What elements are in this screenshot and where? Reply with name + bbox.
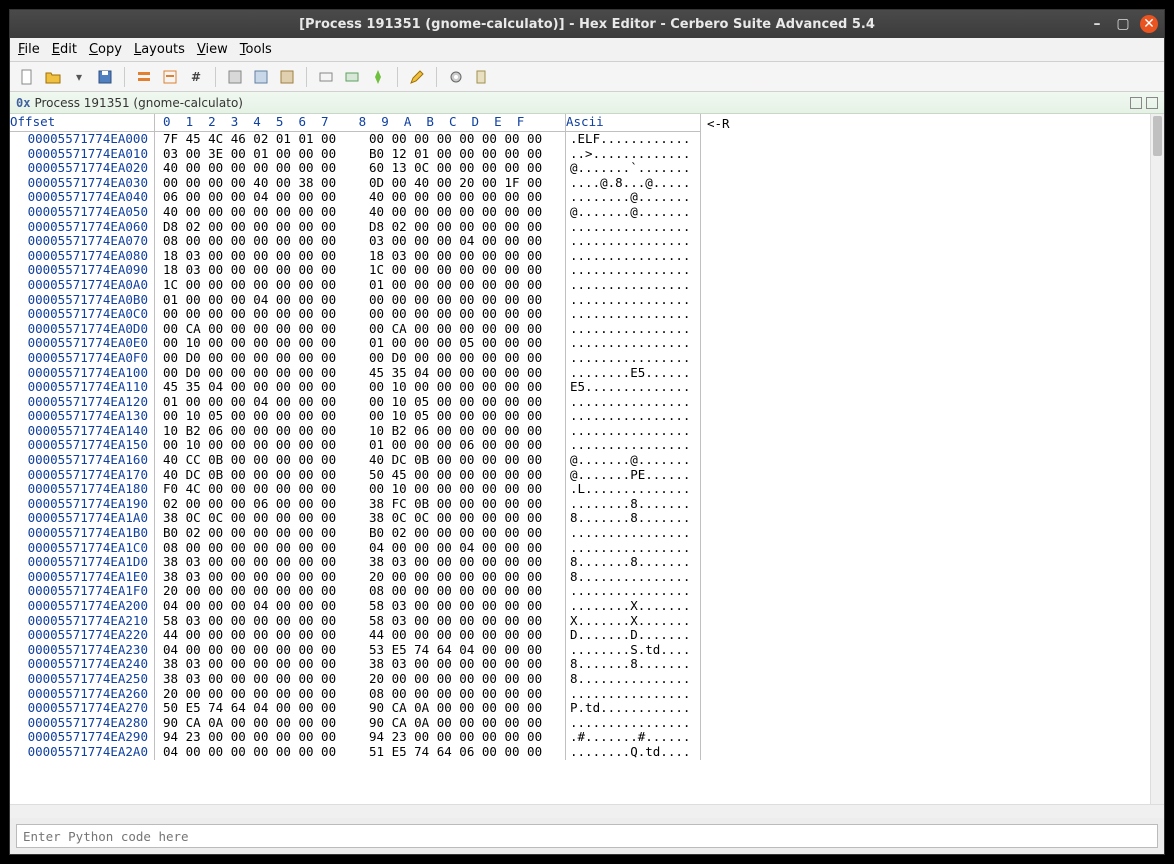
hex-row[interactable]: 00005571774EA0A01C 00 00 00 00 00 00 000… <box>10 278 701 293</box>
hex-row[interactable]: 00005571774EA02040 00 00 00 00 00 00 006… <box>10 161 701 176</box>
hex-row[interactable]: 00005571774EA16040 CC 0B 00 00 00 00 004… <box>10 453 701 468</box>
tool-green-icon[interactable] <box>367 66 389 88</box>
close-button[interactable]: ✕ <box>1140 15 1158 33</box>
hex-row[interactable]: 00005571774EA0B001 00 00 00 04 00 00 000… <box>10 293 701 308</box>
menubar: File Edit Copy Layouts View Tools <box>10 38 1164 62</box>
hex-row[interactable]: 00005571774EA060D8 02 00 00 00 00 00 00D… <box>10 220 701 235</box>
application-window: [Process 191351 (gnome-calculato)] - Hex… <box>9 9 1165 855</box>
hex-row[interactable]: 00005571774EA20004 00 00 00 04 00 00 005… <box>10 599 701 614</box>
minimize-button[interactable]: – <box>1088 15 1106 33</box>
menu-edit[interactable]: Edit <box>52 42 77 57</box>
hex-row[interactable]: 00005571774EA21058 03 00 00 00 00 00 005… <box>10 614 701 629</box>
hex-row[interactable]: 00005571774EA29094 23 00 00 00 00 00 009… <box>10 730 701 745</box>
hex-row[interactable]: 00005571774EA05040 00 00 00 00 00 00 004… <box>10 205 701 220</box>
hex-row[interactable]: 00005571774EA0007F 45 4C 46 02 01 01 000… <box>10 132 701 147</box>
toolbar: ▾ # <box>10 62 1164 92</box>
side-panel-text: <-R <box>707 116 730 131</box>
hex-row[interactable]: 00005571774EA1D038 03 00 00 00 00 00 003… <box>10 555 701 570</box>
hex-row[interactable]: 00005571774EA19002 00 00 00 06 00 00 003… <box>10 497 701 512</box>
hex-row[interactable]: 00005571774EA2A004 00 00 00 00 00 00 005… <box>10 745 701 760</box>
dropdown-icon[interactable]: ▾ <box>68 66 90 88</box>
bytes-header: 0 1 2 3 4 5 6 7 8 9 A B C D E F <box>155 114 565 132</box>
tool-orange1-icon[interactable] <box>133 66 155 88</box>
save-icon[interactable] <box>94 66 116 88</box>
docbar-button-2[interactable] <box>1146 97 1158 109</box>
tool-box3-icon[interactable] <box>276 66 298 88</box>
hex-row[interactable]: 00005571774EA13000 10 05 00 00 00 00 000… <box>10 409 701 424</box>
maximize-button[interactable]: ▢ <box>1114 15 1132 33</box>
hex-row[interactable]: 00005571774EA25038 03 00 00 00 00 00 002… <box>10 672 701 687</box>
hex-row[interactable]: 00005571774EA1C008 00 00 00 00 00 00 000… <box>10 541 701 556</box>
window-controls: – ▢ ✕ <box>1088 15 1158 33</box>
hex-row[interactable]: 00005571774EA0E000 10 00 00 00 00 00 000… <box>10 336 701 351</box>
ascii-header: Ascii <box>565 114 701 132</box>
hex-row[interactable]: 00005571774EA1A038 0C 0C 00 00 00 00 003… <box>10 511 701 526</box>
hex-row[interactable]: 00005571774EA14010 B2 06 00 00 00 00 001… <box>10 424 701 439</box>
hex-row[interactable]: 00005571774EA1F020 00 00 00 00 00 00 000… <box>10 584 701 599</box>
new-file-icon[interactable] <box>16 66 38 88</box>
hex-row[interactable]: 00005571774EA23004 00 00 00 00 00 00 005… <box>10 643 701 658</box>
hex-row[interactable]: 00005571774EA09018 03 00 00 00 00 00 001… <box>10 263 701 278</box>
menu-copy[interactable]: Copy <box>89 42 122 57</box>
hex-row[interactable]: 00005571774EA12001 00 00 00 04 00 00 000… <box>10 395 701 410</box>
hex-row[interactable]: 00005571774EA15000 10 00 00 00 00 00 000… <box>10 438 701 453</box>
menu-layouts[interactable]: Layouts <box>134 42 185 57</box>
hex-row[interactable]: 00005571774EA17040 DC 0B 00 00 00 00 005… <box>10 468 701 483</box>
hex-row[interactable]: 00005571774EA10000 D0 00 00 00 00 00 004… <box>10 366 701 381</box>
tool-box2-icon[interactable] <box>250 66 272 88</box>
hex-row[interactable]: 00005571774EA08018 03 00 00 00 00 00 001… <box>10 249 701 264</box>
gear-icon[interactable] <box>445 66 467 88</box>
hex-row[interactable]: 00005571774EA1B0B0 02 00 00 00 00 00 00B… <box>10 526 701 541</box>
bottom-panel <box>10 818 1164 854</box>
menu-view[interactable]: View <box>197 42 228 57</box>
vertical-scrollbar[interactable] <box>1150 114 1164 804</box>
hex-row[interactable]: 00005571774EA22044 00 00 00 00 00 00 004… <box>10 628 701 643</box>
side-panel: <-R <box>701 114 1164 804</box>
hex-row[interactable]: 00005571774EA0F000 D0 00 00 00 00 00 000… <box>10 351 701 366</box>
tool-rect2-icon[interactable] <box>341 66 363 88</box>
window-title: [Process 191351 (gnome-calculato)] - Hex… <box>299 17 875 32</box>
tool-extra-icon[interactable] <box>471 66 493 88</box>
hex-row[interactable]: 00005571774EA26020 00 00 00 00 00 00 000… <box>10 687 701 702</box>
tool-box1-icon[interactable] <box>224 66 246 88</box>
hex-row[interactable]: 00005571774EA180F0 4C 00 00 00 00 00 000… <box>10 482 701 497</box>
menu-file[interactable]: File <box>18 42 40 57</box>
hex-row[interactable]: 00005571774EA1E038 03 00 00 00 00 00 002… <box>10 570 701 585</box>
offset-header: Offset <box>10 114 155 132</box>
document-title: Process 191351 (gnome-calculato) <box>34 96 243 110</box>
pencil-icon[interactable] <box>406 66 428 88</box>
hex-row[interactable]: 00005571774EA28090 CA 0A 00 00 00 00 009… <box>10 716 701 731</box>
hex-rows[interactable]: 00005571774EA0007F 45 4C 46 02 01 01 000… <box>10 132 701 760</box>
hex-row[interactable]: 00005571774EA11045 35 04 00 00 00 00 000… <box>10 380 701 395</box>
hex-row[interactable]: 00005571774EA0C000 00 00 00 00 00 00 000… <box>10 307 701 322</box>
hex-row[interactable]: 00005571774EA24038 03 00 00 00 00 00 003… <box>10 657 701 672</box>
hex-row[interactable]: 00005571774EA03000 00 00 00 40 00 38 000… <box>10 176 701 191</box>
tool-rect1-icon[interactable] <box>315 66 337 88</box>
hash-icon[interactable]: # <box>185 66 207 88</box>
tool-orange2-icon[interactable] <box>159 66 181 88</box>
open-folder-icon[interactable] <box>42 66 64 88</box>
content-area: Offset 0 1 2 3 4 5 6 7 8 9 A B C D E F A… <box>10 114 1164 804</box>
docbar-button-1[interactable] <box>1130 97 1142 109</box>
titlebar[interactable]: [Process 191351 (gnome-calculato)] - Hex… <box>10 10 1164 38</box>
python-input[interactable] <box>16 824 1158 848</box>
hex-row[interactable]: 00005571774EA04006 00 00 00 04 00 00 004… <box>10 190 701 205</box>
hex-view[interactable]: Offset 0 1 2 3 4 5 6 7 8 9 A B C D E F A… <box>10 114 701 804</box>
hex-row[interactable]: 00005571774EA01003 00 3E 00 01 00 00 00B… <box>10 147 701 162</box>
menu-tools[interactable]: Tools <box>240 42 272 57</box>
document-bar: 0x Process 191351 (gnome-calculato) <box>10 92 1164 114</box>
hex-row[interactable]: 00005571774EA27050 E5 74 64 04 00 00 009… <box>10 701 701 716</box>
hex-row[interactable]: 00005571774EA07008 00 00 00 00 00 00 000… <box>10 234 701 249</box>
horizontal-scrollbar[interactable] <box>10 804 1164 818</box>
hex-row[interactable]: 00005571774EA0D000 CA 00 00 00 00 00 000… <box>10 322 701 337</box>
hex-prefix-label: 0x <box>16 96 30 110</box>
